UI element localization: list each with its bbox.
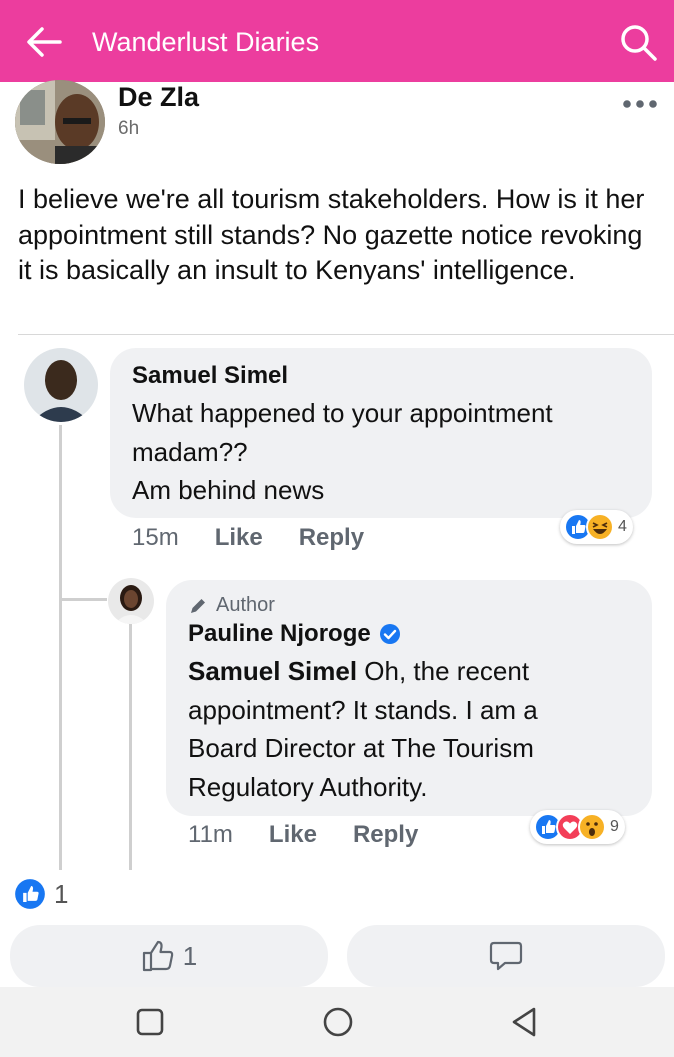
author-avatar[interactable] [108,578,154,624]
reply-reactions[interactable]: 9 [530,810,625,844]
wow-reaction-icon [578,813,606,841]
post-author-name[interactable]: De Zla [118,82,199,113]
like-link[interactable]: Like [215,524,263,551]
like-count: 1 [182,940,198,971]
verified-icon [379,624,400,644]
author-badge: Author [188,594,275,617]
thread-line [59,425,62,870]
post-timestamp[interactable]: 6h [118,118,139,140]
commenter-avatar[interactable] [24,348,98,422]
square-nav-icon[interactable] [132,1004,168,1040]
search-icon[interactable] [618,22,658,62]
post-reaction-count: 1 [54,878,69,909]
post-reaction-summary[interactable]: 1 [14,877,68,911]
post-author-avatar[interactable] [15,80,105,164]
divider [18,334,674,335]
reply-meta: 11m Like Reply [188,821,454,849]
reply-author-name[interactable]: Pauline Njoroge [188,620,371,648]
thread-line-reply [129,624,132,870]
comment-reactions[interactable]: 4 [560,510,633,544]
reaction-count: 9 [610,818,619,835]
commenter-name[interactable]: Samuel Simel [132,362,288,390]
back-arrow-icon[interactable] [24,24,64,60]
reply-text: Samuel Simel Oh, the recent appointment?… [188,656,538,802]
comment-bubble: Samuel Simel What happened to your appoi… [110,348,652,518]
system-nav-bar [0,987,674,1057]
reply-link[interactable]: Reply [299,524,364,551]
comment-meta: 15m Like Reply [132,524,400,552]
reaction-count: 4 [618,518,627,535]
more-icon[interactable] [620,94,660,114]
pencil-icon [191,598,205,613]
like-reaction-icon [15,879,45,909]
comment-button[interactable] [347,925,665,987]
reply-timestamp[interactable]: 11m [188,821,233,848]
reply-link[interactable]: Reply [353,821,418,848]
comment-icon [489,941,523,971]
reply-author-row: Pauline Njoroge [188,620,401,648]
thumbs-up-icon [142,940,174,972]
post-body: I believe we're all tourism stakeholders… [18,184,645,285]
reply-bubble: Author Pauline Njoroge Samuel Simel Oh, … [166,580,652,816]
like-button[interactable]: 1 [10,925,328,987]
like-link[interactable]: Like [269,821,317,848]
thread-line-branch [59,598,107,601]
circle-nav-icon[interactable] [320,1004,356,1040]
app-header: Wanderlust Diaries [0,0,674,82]
triangle-nav-icon[interactable] [506,1004,542,1040]
comment-text: What happened to your appointment madam?… [132,398,553,505]
mention-link[interactable]: Samuel Simel [188,656,357,686]
haha-reaction-icon [586,513,614,541]
comment-timestamp[interactable]: 15m [132,524,179,551]
group-title: Wanderlust Diaries [92,27,320,57]
